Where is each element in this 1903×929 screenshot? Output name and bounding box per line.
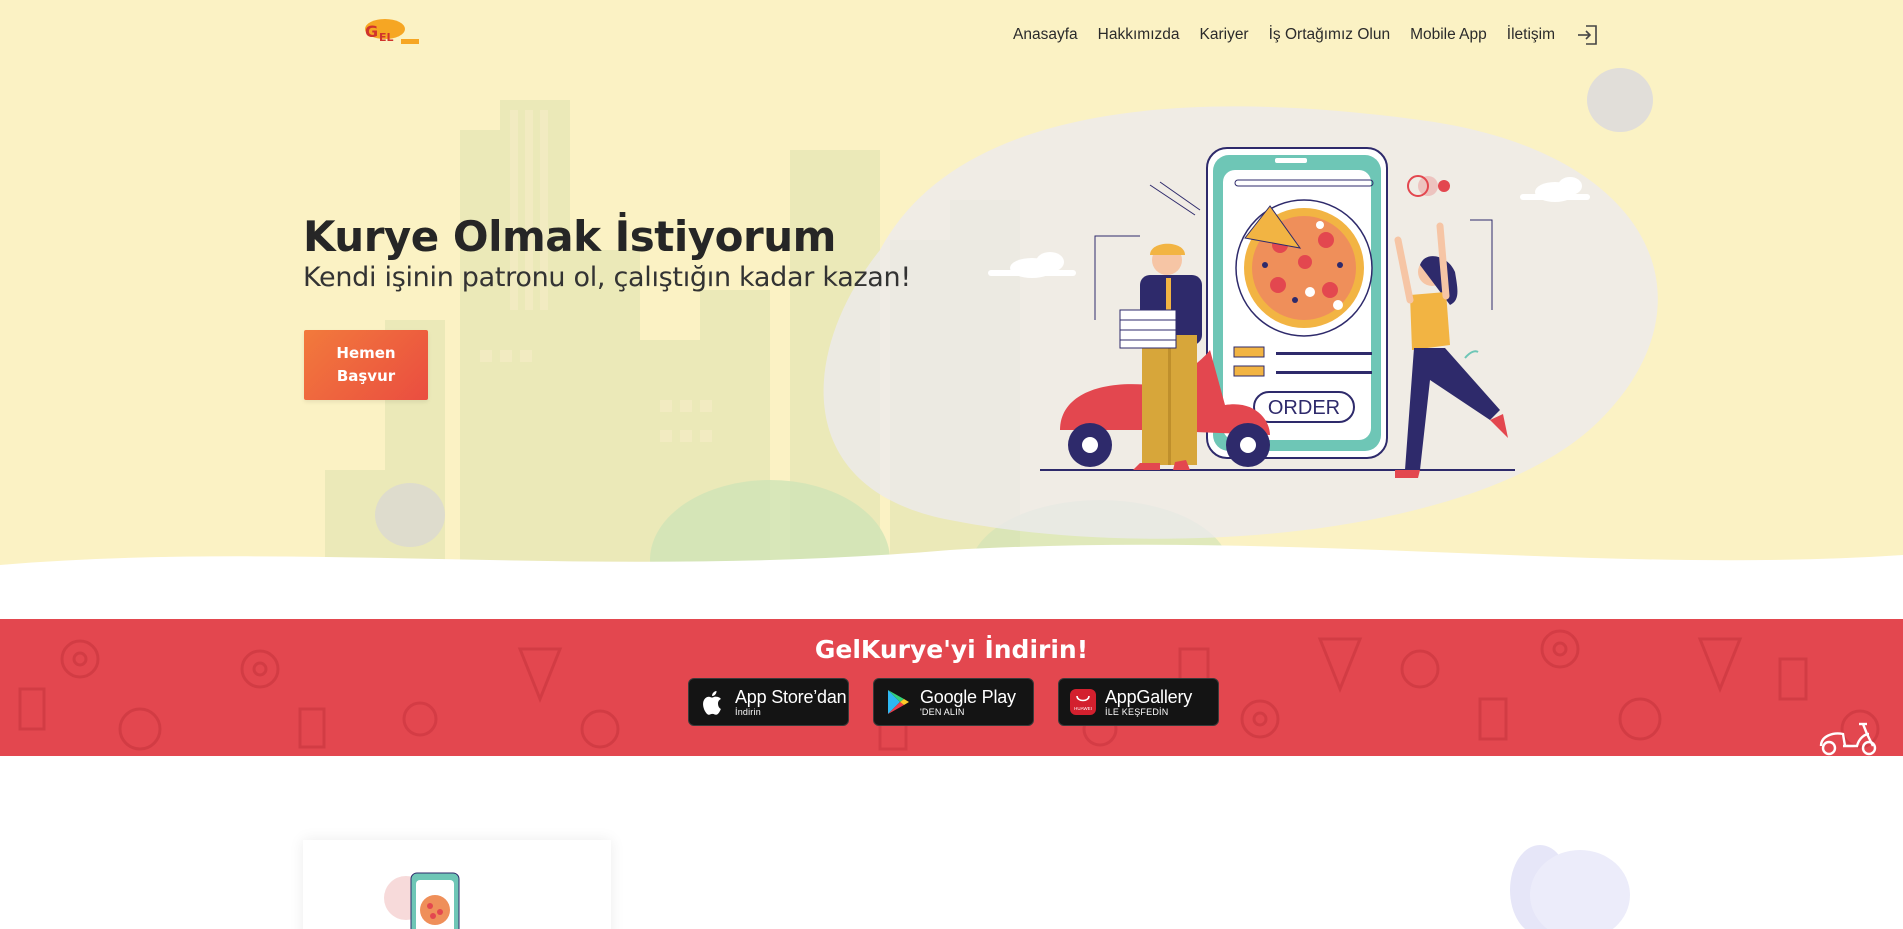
huawei-badge-text: HUAWEI (1074, 706, 1092, 711)
scooter-icon (1819, 722, 1877, 756)
courier-order-illustration: ORDER (988, 147, 1590, 478)
app-gallery-button[interactable]: HUAWEI AppGallery İLE KEŞFEDİN (1058, 678, 1219, 726)
nav-item-career[interactable]: Kariyer (1200, 26, 1249, 44)
apply-now-button[interactable]: Hemen Başvur (304, 330, 428, 400)
phone-pizza-illustration (384, 872, 460, 929)
app-gallery-sublabel: İLE KEŞFEDİN (1105, 706, 1169, 717)
download-app-band: GelKurye'yi İndirin! App Store’dan İndir… (0, 619, 1903, 756)
download-title: GelKurye'yi İndirin! (814, 635, 1089, 664)
hero-wave-divider (0, 544, 1903, 590)
google-play-sublabel: 'DEN ALIN (920, 706, 965, 717)
nav-item-mobile-app[interactable]: Mobile App (1410, 26, 1487, 44)
app-store-sublabel: İndirin (735, 706, 761, 717)
app-store-button[interactable]: App Store’dan İndirin (688, 678, 849, 726)
app-store-label: App Store’dan (735, 686, 847, 707)
google-play-label: Google Play (920, 686, 1016, 707)
huawei-icon: HUAWEI (1069, 688, 1097, 716)
logo-mark: G EL (365, 19, 419, 44)
gelkurye-logo[interactable]: G EL (355, 17, 423, 47)
order-label: ORDER (1268, 397, 1340, 419)
google-play-button[interactable]: Google Play 'DEN ALIN (873, 678, 1034, 726)
feature-card (303, 840, 611, 929)
login-icon[interactable] (1575, 22, 1601, 48)
main-nav: Anasayfa Hakkımızda Kariyer İş Ortağımız… (1013, 22, 1601, 48)
hero-title: Kurye Olmak İstiyorum (303, 212, 836, 261)
svg-text:EL: EL (379, 31, 394, 44)
svg-text:G: G (365, 22, 378, 41)
decorative-blob (1510, 845, 1630, 929)
app-gallery-label: AppGallery (1105, 686, 1193, 707)
hero-section: G EL Anasayfa Hakkımızda Kariyer İş Orta… (0, 0, 1903, 590)
nav-item-home[interactable]: Anasayfa (1013, 26, 1078, 44)
nav-item-partner[interactable]: İş Ortağımız Olun (1269, 26, 1390, 44)
store-buttons: App Store’dan İndirin Google Play 'DEN A… (688, 678, 1219, 726)
apple-icon (699, 688, 727, 716)
nav-item-about[interactable]: Hakkımızda (1098, 26, 1180, 44)
nav-item-contact[interactable]: İletişim (1507, 26, 1555, 44)
google-play-icon (884, 688, 912, 716)
